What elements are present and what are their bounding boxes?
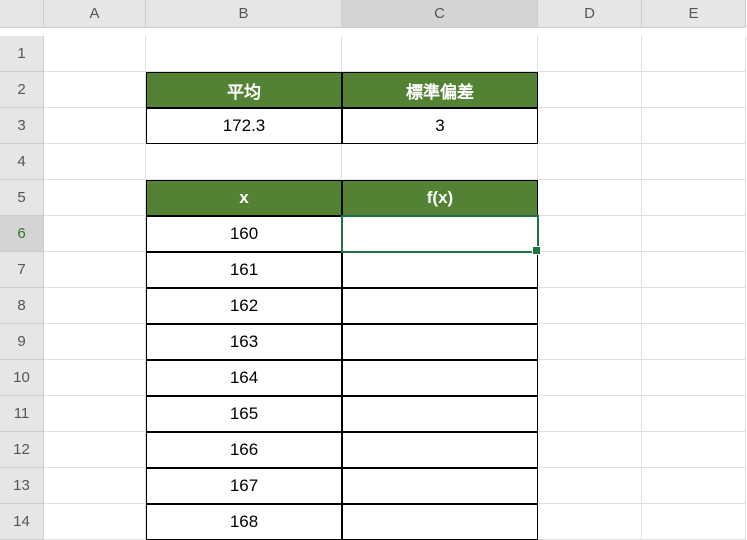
cell-b9[interactable]: 163 — [146, 324, 342, 360]
row-header-4[interactable]: 4 — [0, 144, 44, 180]
cell-d2[interactable] — [538, 72, 642, 108]
cell-e3[interactable] — [642, 108, 746, 144]
cell-c3[interactable]: 3 — [342, 108, 538, 144]
cell-b11[interactable]: 165 — [146, 396, 342, 432]
cell-e10[interactable] — [642, 360, 746, 396]
cell-c5[interactable]: f(x) — [342, 180, 538, 216]
cell-d9[interactable] — [538, 324, 642, 360]
row-header-7[interactable]: 7 — [0, 252, 44, 288]
row-header-14[interactable]: 14 — [0, 504, 44, 540]
cell-b2[interactable]: 平均 — [146, 72, 342, 108]
cell-e8[interactable] — [642, 288, 746, 324]
cell-a10[interactable] — [44, 360, 146, 396]
cell-d6[interactable] — [538, 216, 642, 252]
cell-d4[interactable] — [538, 144, 642, 180]
cell-c13[interactable] — [342, 468, 538, 504]
cell-b10[interactable]: 164 — [146, 360, 342, 396]
cell-c9[interactable] — [342, 324, 538, 360]
cell-e1[interactable] — [642, 36, 746, 72]
cell-c10[interactable] — [342, 360, 538, 396]
row-header-8[interactable]: 8 — [0, 288, 44, 324]
cell-b6[interactable]: 160 — [146, 216, 342, 252]
spreadsheet-grid: A B C D E 1 2 平均 標準偏差 3 172.3 3 4 5 x f(… — [0, 0, 747, 540]
cell-e7[interactable] — [642, 252, 746, 288]
cell-a9[interactable] — [44, 324, 146, 360]
cell-b3[interactable]: 172.3 — [146, 108, 342, 144]
row-header-10[interactable]: 10 — [0, 360, 44, 396]
cell-d5[interactable] — [538, 180, 642, 216]
cell-a12[interactable] — [44, 432, 146, 468]
cell-a13[interactable] — [44, 468, 146, 504]
cell-b14[interactable]: 168 — [146, 504, 342, 540]
cell-d7[interactable] — [538, 252, 642, 288]
cell-a4[interactable] — [44, 144, 146, 180]
cell-a7[interactable] — [44, 252, 146, 288]
cell-a14[interactable] — [44, 504, 146, 540]
cell-d10[interactable] — [538, 360, 642, 396]
cell-c14[interactable] — [342, 504, 538, 540]
cell-b7[interactable]: 161 — [146, 252, 342, 288]
cell-c12[interactable] — [342, 432, 538, 468]
col-header-b[interactable]: B — [146, 0, 342, 28]
cell-a2[interactable] — [44, 72, 146, 108]
cell-d12[interactable] — [538, 432, 642, 468]
cell-a1[interactable] — [44, 36, 146, 72]
cell-c11[interactable] — [342, 396, 538, 432]
cell-e4[interactable] — [642, 144, 746, 180]
row-header-11[interactable]: 11 — [0, 396, 44, 432]
cell-e12[interactable] — [642, 432, 746, 468]
cell-e14[interactable] — [642, 504, 746, 540]
cell-d14[interactable] — [538, 504, 642, 540]
cell-c1[interactable] — [342, 36, 538, 72]
row-header-6[interactable]: 6 — [0, 216, 44, 252]
cell-d1[interactable] — [538, 36, 642, 72]
cell-b1[interactable] — [146, 36, 342, 72]
cell-b8[interactable]: 162 — [146, 288, 342, 324]
col-header-a[interactable]: A — [44, 0, 146, 28]
row-header-3[interactable]: 3 — [0, 108, 44, 144]
cell-a8[interactable] — [44, 288, 146, 324]
cell-d11[interactable] — [538, 396, 642, 432]
cell-c7[interactable] — [342, 252, 538, 288]
cell-b5[interactable]: x — [146, 180, 342, 216]
select-all-corner[interactable] — [0, 0, 44, 28]
row-header-13[interactable]: 13 — [0, 468, 44, 504]
cell-d13[interactable] — [538, 468, 642, 504]
row-header-5[interactable]: 5 — [0, 180, 44, 216]
cell-c2[interactable]: 標準偏差 — [342, 72, 538, 108]
cell-e9[interactable] — [642, 324, 746, 360]
col-header-c[interactable]: C — [342, 0, 538, 28]
cell-b12[interactable]: 166 — [146, 432, 342, 468]
cell-a5[interactable] — [44, 180, 146, 216]
cell-c8[interactable] — [342, 288, 538, 324]
cell-b4[interactable] — [146, 144, 342, 180]
cell-e11[interactable] — [642, 396, 746, 432]
cell-c4[interactable] — [342, 144, 538, 180]
row-header-9[interactable]: 9 — [0, 324, 44, 360]
col-header-e[interactable]: E — [642, 0, 746, 28]
cell-a6[interactable] — [44, 216, 146, 252]
row-header-2[interactable]: 2 — [0, 72, 44, 108]
cell-d3[interactable] — [538, 108, 642, 144]
col-header-d[interactable]: D — [538, 0, 642, 28]
cell-e6[interactable] — [642, 216, 746, 252]
row-header-1[interactable]: 1 — [0, 36, 44, 72]
row-header-12[interactable]: 12 — [0, 432, 44, 468]
cell-e5[interactable] — [642, 180, 746, 216]
cell-d8[interactable] — [538, 288, 642, 324]
cell-e2[interactable] — [642, 72, 746, 108]
cell-c6[interactable] — [342, 216, 538, 252]
cell-a11[interactable] — [44, 396, 146, 432]
cell-a3[interactable] — [44, 108, 146, 144]
cell-e13[interactable] — [642, 468, 746, 504]
cell-b13[interactable]: 167 — [146, 468, 342, 504]
